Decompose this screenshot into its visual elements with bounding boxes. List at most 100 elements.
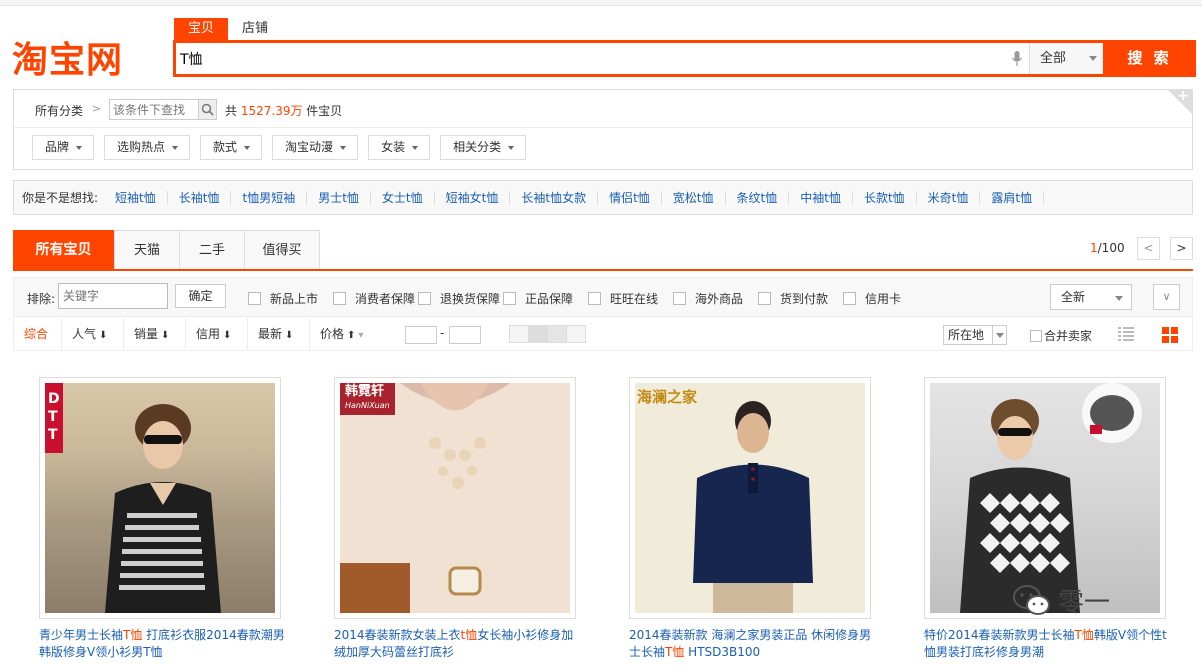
suggestion-link[interactable]: 米奇t恤 bbox=[917, 190, 981, 205]
price-range-seg[interactable] bbox=[528, 325, 548, 343]
product-card[interactable]: 海澜之家 2014春装新款 海澜之家男装正品 休闲修身男士长袖T恤 HTSD3B… bbox=[629, 377, 871, 661]
checkbox[interactable] bbox=[673, 292, 686, 305]
filter-label: 女装 bbox=[381, 140, 406, 154]
product-title[interactable]: 2014春装新款女装上衣t恤女长袖小衫修身加绒加厚大码蕾丝打底衫 bbox=[334, 627, 584, 661]
microphone-icon[interactable] bbox=[1012, 51, 1022, 67]
price-range-bar[interactable] bbox=[509, 325, 586, 343]
sort-default[interactable]: 综合 bbox=[14, 318, 62, 350]
sort-price[interactable]: 价格 ⬆ ▾ bbox=[310, 318, 380, 350]
total-count-text: 共 1527.39万 件宝贝 bbox=[225, 102, 342, 119]
tab-second-hand[interactable]: 二手 bbox=[179, 230, 245, 269]
condition-select[interactable]: 全新 bbox=[1050, 284, 1132, 310]
price-range-seg[interactable] bbox=[566, 325, 586, 343]
search-icon[interactable] bbox=[198, 99, 217, 120]
suggestion-link[interactable]: 短袖t恤 bbox=[104, 190, 168, 205]
product-card[interactable]: 韩霓轩 HanNiXuan 2014春装新款女装上衣t恤女长袖小衫修身加绒加厚大… bbox=[334, 377, 576, 661]
suggestion-link[interactable]: 长款t恤 bbox=[853, 190, 917, 205]
all-categories-link[interactable]: 所有分类 bbox=[35, 102, 83, 119]
check-wangwang-online[interactable]: 旺旺在线 bbox=[588, 290, 658, 307]
product-image[interactable]: 海澜之家 bbox=[635, 383, 865, 613]
sort-credit[interactable]: 信用 ⬇ bbox=[186, 318, 248, 350]
tab-worth-buying[interactable]: 值得买 bbox=[244, 230, 320, 269]
check-return-guarantee[interactable]: 退换货保障 bbox=[418, 290, 500, 307]
check-new-arrival[interactable]: 新品上市 bbox=[248, 290, 318, 307]
taobao-logo[interactable]: 淘宝网 bbox=[12, 38, 123, 84]
tab-tmall[interactable]: 天猫 bbox=[114, 230, 180, 269]
checkbox[interactable] bbox=[758, 292, 771, 305]
suggestion-link[interactable]: 长袖t恤女款 bbox=[510, 190, 599, 205]
confirm-button[interactable]: 确定 bbox=[175, 284, 226, 308]
next-page-button[interactable]: > bbox=[1170, 237, 1193, 260]
suggestion-link[interactable]: 露肩t恤 bbox=[980, 190, 1045, 205]
product-photo bbox=[693, 401, 813, 613]
filter-brand[interactable]: 品牌 bbox=[32, 135, 95, 160]
check-cod[interactable]: 货到付款 bbox=[758, 290, 828, 307]
checkbox[interactable] bbox=[248, 292, 261, 305]
product-image[interactable]: 韩霓轩 HanNiXuan bbox=[340, 383, 570, 613]
search-button[interactable]: 搜 索 bbox=[1103, 40, 1196, 77]
product-title[interactable]: 2014春装新款 海澜之家男装正品 休闲修身男士长袖T恤 HTSD3B100 bbox=[629, 627, 879, 661]
suggestion-link[interactable]: 情侣t恤 bbox=[598, 190, 662, 205]
exclude-keyword-input[interactable] bbox=[58, 283, 168, 309]
grid-view-icon[interactable] bbox=[1162, 327, 1178, 343]
filter-hot-picks[interactable]: 选购热点 bbox=[104, 135, 191, 160]
prev-page-button[interactable]: < bbox=[1137, 237, 1160, 260]
expand-filters-button[interactable]: ∨ bbox=[1153, 284, 1180, 310]
checkbox[interactable] bbox=[418, 292, 431, 305]
price-range-seg[interactable] bbox=[547, 325, 567, 343]
sort-sales[interactable]: 销量 ⬇ bbox=[124, 318, 186, 350]
checkbox[interactable] bbox=[333, 292, 346, 305]
filter-label: 选购热点 bbox=[117, 140, 166, 154]
filter-anime[interactable]: 淘宝动漫 bbox=[272, 135, 359, 160]
suggestion-link[interactable]: 短袖女t恤 bbox=[435, 190, 511, 205]
merge-sellers-toggle[interactable]: 合并卖家 bbox=[1030, 327, 1092, 344]
filter-label: 款式 bbox=[213, 140, 238, 154]
checkbox[interactable] bbox=[843, 292, 856, 305]
filter-style[interactable]: 款式 bbox=[200, 135, 263, 160]
product-title[interactable]: 青少年男士长袖T恤 打底衫衣服2014春款潮男韩版修身V领小衫男T恤 bbox=[39, 627, 289, 661]
suggestion-link[interactable]: t恤男短袖 bbox=[231, 190, 308, 205]
title-keyword: T恤 bbox=[665, 645, 685, 659]
sort-label: 价格 bbox=[320, 327, 345, 341]
plus-icon[interactable]: + bbox=[1177, 88, 1189, 104]
suggestion-link[interactable]: 女士t恤 bbox=[371, 190, 435, 205]
check-consumer-protection[interactable]: 消费者保障 bbox=[333, 290, 415, 307]
suggestion-link[interactable]: 男士t恤 bbox=[307, 190, 371, 205]
filter-womens[interactable]: 女装 bbox=[368, 135, 431, 160]
location-select[interactable]: 所在地 bbox=[943, 325, 1007, 345]
product-title[interactable]: 特价2014春装新款男士长袖T恤韩版V领个性t恤男装打底衫修身男潮 bbox=[924, 627, 1174, 661]
double-chevron-down-icon: ∨ bbox=[1162, 290, 1171, 303]
product-image[interactable] bbox=[930, 383, 1160, 613]
product-image-frame[interactable]: 韩霓轩 HanNiXuan bbox=[334, 377, 576, 619]
tab-all-items[interactable]: 所有宝贝 bbox=[13, 230, 114, 269]
list-view-icon[interactable] bbox=[1118, 327, 1134, 341]
suggestion-link[interactable]: 中袖t恤 bbox=[789, 190, 853, 205]
product-image[interactable]: D T T bbox=[45, 383, 275, 613]
tab-baobei[interactable]: 宝贝 bbox=[174, 18, 229, 40]
sort-label: 信用 bbox=[196, 327, 221, 341]
caret-down-icon bbox=[412, 145, 419, 150]
product-card[interactable]: D T T 青少年男士长袖T恤 打底衫衣服2014春款潮男韩版修身V领小衫男T恤 bbox=[39, 377, 285, 661]
suggestion-link[interactable]: 长袖t恤 bbox=[168, 190, 232, 205]
search-input[interactable] bbox=[180, 45, 1000, 72]
checkbox[interactable] bbox=[503, 292, 516, 305]
check-overseas[interactable]: 海外商品 bbox=[673, 290, 743, 307]
checkbox[interactable] bbox=[1030, 329, 1042, 342]
check-genuine[interactable]: 正品保障 bbox=[503, 290, 573, 307]
checkbox[interactable] bbox=[588, 292, 601, 305]
search-scope-select[interactable]: 全部 bbox=[1029, 43, 1103, 74]
filter-related[interactable]: 相关分类 bbox=[440, 135, 527, 160]
product-image-frame[interactable]: 海澜之家 bbox=[629, 377, 871, 619]
sort-popularity[interactable]: 人气 ⬇ bbox=[62, 318, 124, 350]
price-min-input[interactable] bbox=[405, 326, 437, 344]
sort-newest[interactable]: 最新 ⬇ bbox=[248, 318, 310, 350]
check-credit-card[interactable]: 信用卡 bbox=[843, 290, 901, 307]
suggestion-link[interactable]: 条纹t恤 bbox=[726, 190, 790, 205]
price-max-input[interactable] bbox=[449, 326, 481, 344]
check-label: 信用卡 bbox=[865, 292, 902, 306]
product-image-frame[interactable]: D T T bbox=[39, 377, 281, 619]
price-range-seg[interactable] bbox=[509, 325, 529, 343]
suggestion-link[interactable]: 宽松t恤 bbox=[662, 190, 726, 205]
category-header: 所有分类 > 共 1527.39万 件宝贝 + bbox=[14, 88, 1193, 128]
tab-dianpu[interactable]: 店铺 bbox=[228, 18, 282, 40]
